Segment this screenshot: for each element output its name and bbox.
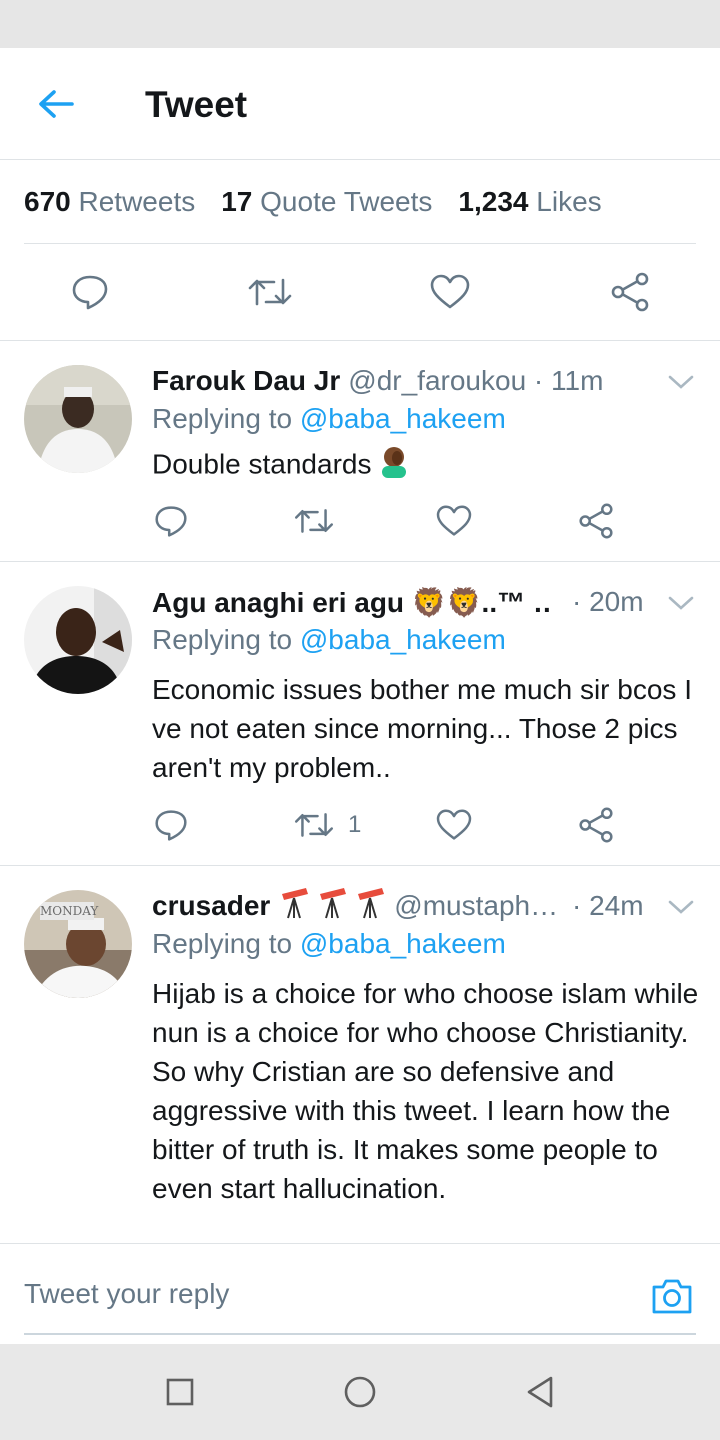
author-handle[interactable]: @dr_faroukou <box>348 365 526 397</box>
reply-header: crusader @mustaph… <box>152 886 572 926</box>
reply-icon <box>72 275 108 310</box>
reply-button[interactable] <box>68 270 112 314</box>
more-options-button[interactable] <box>666 588 696 618</box>
like-icon <box>436 809 472 840</box>
more-options-button[interactable] <box>666 367 696 397</box>
likes-stat[interactable]: 1,234 Likes <box>458 186 601 218</box>
facepalm-emoji <box>377 444 411 488</box>
author-handle[interactable]: @mustaph… <box>394 890 558 922</box>
reply-action-bar <box>0 501 720 545</box>
author-name[interactable]: crusader <box>152 890 270 922</box>
reply-body: Double standards <box>152 444 702 488</box>
reply-text: Double standards <box>152 448 372 480</box>
reply-action-bar: 1 <box>0 805 720 849</box>
retweet-count: 1 <box>348 811 362 838</box>
reply-button[interactable] <box>154 805 188 845</box>
reply-tweet[interactable]: MONDAY crusader @mustaph… · 24m Replying… <box>0 866 720 1243</box>
recents-button[interactable] <box>160 1372 200 1412</box>
like-button[interactable] <box>436 501 472 541</box>
reply-header: Agu anaghi eri agu 🦁🦁..™ … <box>152 582 552 622</box>
retweet-icon <box>248 278 292 306</box>
system-nav-bar <box>0 1344 720 1440</box>
replying-prefix: Replying to <box>152 928 293 959</box>
reply-input[interactable]: Tweet your reply <box>24 1278 229 1310</box>
likes-label: Likes <box>536 185 602 217</box>
retweets-stat[interactable]: 670 Retweets <box>24 186 195 218</box>
share-icon <box>611 272 649 312</box>
like-icon <box>436 505 472 536</box>
replying-to-link[interactable]: @baba_hakeem <box>300 928 506 959</box>
like-button[interactable] <box>428 270 472 314</box>
back-triangle-icon <box>527 1376 553 1408</box>
retweet-icon <box>294 813 334 837</box>
retweets-label: Retweets <box>78 185 196 217</box>
reply-text: Economic issues bother me much sir bcos … <box>152 674 692 783</box>
avatar-tag: MONDAY <box>40 904 99 918</box>
home-button[interactable] <box>340 1372 380 1412</box>
likes-count: 1,234 <box>458 185 529 217</box>
reply-time: · 24m <box>572 890 644 921</box>
replying-to: Replying to @baba_hakeem <box>152 403 506 435</box>
retweets-count: 670 <box>24 185 71 217</box>
recents-square-icon <box>166 1378 194 1406</box>
like-icon <box>430 274 470 309</box>
share-button[interactable] <box>608 270 652 314</box>
tweet-stats: 670 Retweets 17 Quote Tweets 1,234 Likes <box>24 160 696 244</box>
like-button[interactable] <box>436 805 472 845</box>
arrow-left-icon <box>39 90 74 118</box>
reply-header: Farouk Dau Jr @dr_faroukou · 11m <box>152 361 632 401</box>
share-icon <box>579 503 613 539</box>
back-nav-button[interactable] <box>520 1372 560 1412</box>
status-bar <box>0 0 720 48</box>
reply-icon <box>155 506 187 537</box>
retweet-icon <box>294 509 334 533</box>
reply-input-underline <box>24 1333 696 1335</box>
replying-to-link[interactable]: @baba_hakeem <box>300 403 506 434</box>
replying-prefix: Replying to <box>152 624 293 655</box>
quote-tweets-count: 17 <box>221 185 253 217</box>
tweet-action-bar <box>0 244 720 341</box>
share-button[interactable] <box>578 805 614 845</box>
more-options-button[interactable] <box>666 892 696 922</box>
chevron-down-icon <box>668 375 694 389</box>
chevron-down-icon <box>668 900 694 914</box>
reply-icon <box>155 810 187 841</box>
share-button[interactable] <box>578 501 614 541</box>
replying-to: Replying to @baba_hakeem <box>152 624 506 656</box>
retweet-button[interactable] <box>248 270 292 314</box>
avatar[interactable] <box>24 586 132 694</box>
avatar[interactable] <box>24 365 132 473</box>
reply-composer: Tweet your reply <box>0 1243 720 1344</box>
replying-to-link[interactable]: @baba_hakeem <box>300 624 506 655</box>
camera-icon <box>652 1279 692 1314</box>
reply-text: Hijab is a choice for who choose islam w… <box>152 978 699 1204</box>
reply-tweet[interactable]: Agu anaghi eri agu 🦁🦁..™ … · 20m Replyin… <box>0 562 720 866</box>
retweet-button[interactable] <box>294 501 334 541</box>
app-header: Tweet <box>0 48 720 160</box>
author-name[interactable]: Farouk Dau Jr <box>152 365 340 397</box>
replying-prefix: Replying to <box>152 403 293 434</box>
quote-tweets-stat[interactable]: 17 Quote Tweets <box>221 186 432 218</box>
reply-button[interactable] <box>154 501 188 541</box>
quote-tweets-label: Quote Tweets <box>260 185 433 217</box>
reply-tweet[interactable]: Farouk Dau Jr @dr_faroukou · 11m Replyin… <box>0 341 720 562</box>
page-title: Tweet <box>145 84 248 125</box>
share-icon <box>579 807 613 843</box>
replying-to: Replying to @baba_hakeem <box>152 928 506 960</box>
avatar[interactable]: MONDAY <box>24 890 132 998</box>
back-button[interactable] <box>30 78 82 130</box>
telescope-emoji <box>278 886 390 926</box>
retweet-button[interactable]: 1 <box>294 805 361 845</box>
chevron-down-icon <box>668 596 694 610</box>
author-name[interactable]: Agu anaghi eri agu 🦁🦁..™ … <box>152 586 552 619</box>
home-circle-icon <box>344 1376 376 1408</box>
reply-time: · 11m <box>533 365 604 396</box>
reply-time: · 20m <box>572 586 644 617</box>
camera-button[interactable] <box>650 1274 694 1318</box>
